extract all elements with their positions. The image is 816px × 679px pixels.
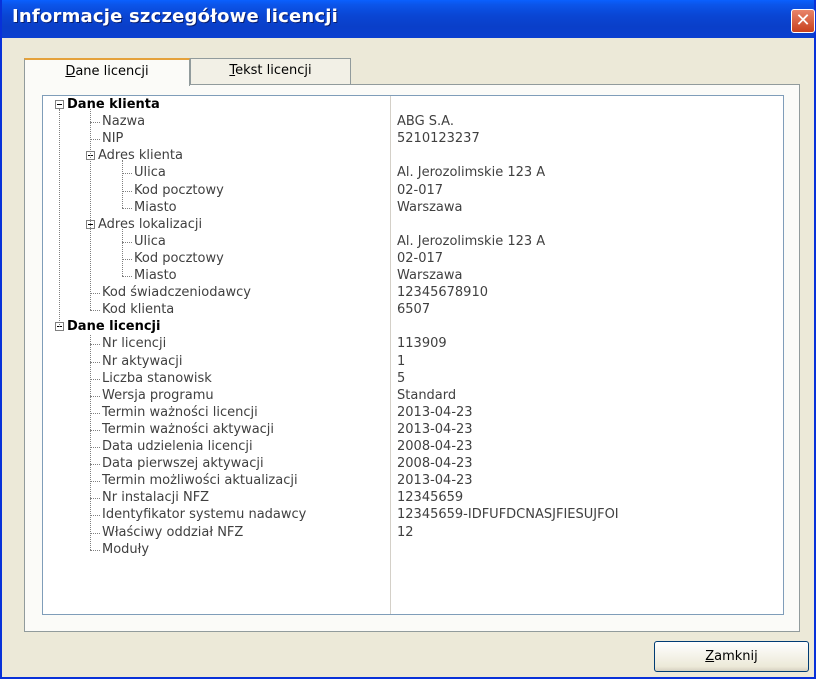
tree-connector <box>90 447 100 448</box>
tree-connector <box>90 464 100 466</box>
tree-row-label[interactable]: Wersja programu <box>102 387 214 404</box>
tree-row-value: 02-017 <box>397 250 444 266</box>
tree-row-label[interactable]: Nazwa <box>102 113 145 130</box>
tree-connector <box>122 241 132 243</box>
tree-connector <box>90 310 100 312</box>
tree-row-label[interactable]: Termin ważności aktywacji <box>102 421 274 438</box>
tree-row-value: Warszawa <box>397 199 463 215</box>
tree-row-value: 6507 <box>397 302 431 318</box>
tree-row-label[interactable]: Kod pocztowy <box>134 250 224 267</box>
tree-connector <box>90 481 100 483</box>
tree-row-label[interactable]: NIP <box>102 130 123 147</box>
tree-row-value: 2008-04-23 <box>397 439 473 454</box>
tree-row-value: Standard <box>397 387 457 403</box>
tree-row-label[interactable]: Data udzielenia licencji <box>102 438 253 455</box>
tree-row-label[interactable]: Termin możliwości aktualizacji <box>102 472 298 489</box>
tree-row-label[interactable]: Adres lokalizacji <box>98 216 202 233</box>
license-details-dialog: Informacje szczegółowe licencji ✕ Dane l… <box>0 0 816 679</box>
tree-row-value: 12345659 <box>397 490 464 506</box>
column-divider <box>390 96 391 614</box>
tree-connector <box>90 515 100 517</box>
tree-row-value: 12 <box>397 524 414 540</box>
tree-row-value: 2013-04-23 <box>397 404 473 420</box>
tree-row-label[interactable]: Dane licencji <box>67 318 160 335</box>
tree-row-label[interactable]: Kod pocztowy <box>134 182 224 199</box>
title-bar[interactable]: Informacje szczegółowe licencji <box>2 0 814 38</box>
tree-row-value: 2013-04-23 <box>397 473 473 489</box>
tree-row-value: 2008-04-23 <box>397 456 473 472</box>
tree-row-label[interactable]: Liczba stanowisk <box>102 370 212 387</box>
tree-connector <box>90 335 91 550</box>
tree-row-label[interactable]: Termin ważności licencji <box>102 404 258 421</box>
tab-tekst-licencji-text: ekst licencji <box>235 63 312 78</box>
tree-row-label[interactable]: Właściwy oddział NFZ <box>102 524 243 541</box>
tree-row-value: Al. Jerozolimskie 123 A <box>397 165 546 181</box>
tree-row-label[interactable]: Miasto <box>134 199 177 216</box>
tree-row-label[interactable]: Miasto <box>134 267 177 284</box>
tree-row-value: 5 <box>397 370 406 386</box>
tree-connector <box>90 549 100 551</box>
tree-row-label[interactable]: Dane klienta <box>67 96 160 113</box>
tree-row-label[interactable]: Ulica <box>134 233 166 250</box>
tree-connector <box>122 207 132 209</box>
tree-row-label[interactable]: Nr licencji <box>102 335 166 352</box>
tree-connector <box>90 344 100 346</box>
tree-connector <box>90 395 100 397</box>
tree-connector <box>90 122 100 124</box>
tree-row-value: 12345659-IDFUFDCNASJFIESUJFOI <box>397 507 619 523</box>
tab-tekst-licencji[interactable]: Tekst licencji <box>190 58 351 84</box>
tree-row-value: ABG S.A. <box>397 114 454 130</box>
tree-row-label[interactable]: Kod klienta <box>102 301 174 318</box>
tree-row-label[interactable]: Identyfikator systemu nadawcy <box>102 506 306 523</box>
tree-row-label[interactable]: Ulica <box>134 164 166 181</box>
tree-row-label[interactable]: Nr instalacji NFZ <box>102 489 209 506</box>
tree-row-value: 2013-04-23 <box>397 421 473 437</box>
tree-connector <box>122 190 132 192</box>
tab-dane-licencji-text: ane licencji <box>75 64 149 79</box>
close-button[interactable]: Zamknij <box>654 641 809 672</box>
collapse-node-icon[interactable] <box>55 100 64 109</box>
tree-row-value: Warszawa <box>397 268 463 283</box>
tab-tekst-licencji-label: Tekst licencji <box>229 63 311 78</box>
close-icon[interactable]: ✕ <box>791 9 815 33</box>
tree-connector <box>122 258 132 260</box>
tree-row-value: Al. Jerozolimskie 123 A <box>397 233 546 249</box>
tab-dane-licencji-label: Dane licencji <box>65 64 148 79</box>
tree-connector <box>90 109 91 311</box>
tree-row-value: 5210123237 <box>397 131 480 147</box>
tree-connector <box>90 498 100 500</box>
tab-dane-licencji-mnemonic: D <box>65 64 76 79</box>
tree-row-value: 1 <box>397 353 406 369</box>
tree-connector <box>90 139 100 141</box>
tree-row-label[interactable]: Nr aktywacji <box>102 353 182 370</box>
tree-connector <box>122 160 123 208</box>
window-title: Informacje szczegółowe licencji <box>12 6 338 27</box>
close-button-mnemonic: Z <box>705 649 715 664</box>
tree-connector <box>90 532 100 534</box>
tree-row-value: 113909 <box>397 336 447 352</box>
tree-connector <box>122 228 123 276</box>
tree-connector <box>90 293 100 295</box>
tree-row-label[interactable]: Adres klienta <box>98 147 183 164</box>
tree-row-label[interactable]: Moduły <box>102 541 149 558</box>
close-button-label: amknij <box>714 649 758 664</box>
tree-connector <box>90 361 100 363</box>
tree-connector <box>90 378 100 380</box>
tree-connector <box>59 109 60 327</box>
tree-row-value: 02-017 <box>397 182 444 198</box>
tree-row-label[interactable]: Kod świadczeniodawcy <box>102 284 251 301</box>
tree-row-value: 12345678910 <box>397 285 488 301</box>
tree-connector <box>90 412 100 414</box>
tree-connector <box>90 429 100 431</box>
tree-row-label[interactable]: Data pierwszej aktywacji <box>102 455 264 472</box>
tab-dane-licencji[interactable]: Dane licencji <box>24 58 190 86</box>
tree-connector <box>122 276 132 277</box>
tree-connector <box>122 173 132 175</box>
